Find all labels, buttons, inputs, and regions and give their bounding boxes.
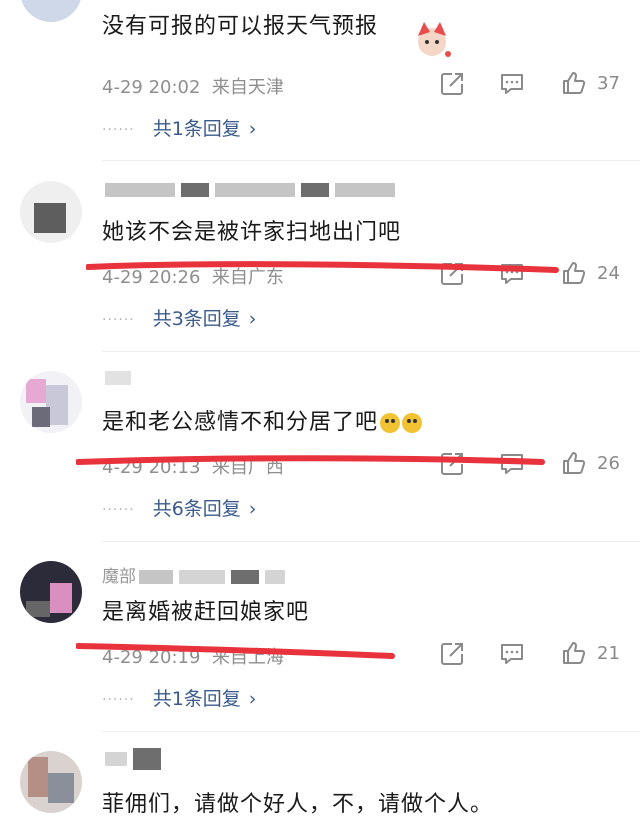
- chevron-right-icon: ›: [248, 688, 257, 710]
- username: 魔部: [102, 562, 288, 587]
- avatar[interactable]: [20, 0, 82, 22]
- divider: [102, 160, 640, 161]
- avatar[interactable]: [20, 561, 82, 623]
- dots-icon: ······: [102, 121, 135, 138]
- comment-icon[interactable]: [499, 71, 525, 97]
- like-count: 24: [597, 263, 620, 284]
- red-underline-annotation: [86, 261, 559, 273]
- comment-text: 她该不会是被许家扫地出门吧: [102, 220, 402, 245]
- comment-time: 4-29 20:02: [102, 77, 201, 98]
- username: [102, 180, 398, 200]
- replies-link[interactable]: ······ 共3条回复 ›: [102, 304, 256, 331]
- comment-text: 菲佣们，请做个好人，不，请做个人。: [102, 792, 494, 817]
- divider: [102, 731, 640, 732]
- chevron-right-icon: ›: [248, 118, 257, 140]
- thumbs-up-icon[interactable]: [561, 260, 587, 286]
- avatar[interactable]: [20, 181, 82, 243]
- comment-text: 没有可报的可以报天气预报: [102, 14, 379, 39]
- divider: [102, 351, 640, 352]
- like-count: 26: [597, 453, 620, 474]
- comment-text: 是离婚被赶回娘家吧: [102, 600, 310, 625]
- replies-link[interactable]: ······ 共1条回复 ›: [102, 684, 256, 711]
- dots-icon: ······: [102, 501, 135, 518]
- share-icon[interactable]: [439, 641, 465, 667]
- like-count: 37: [597, 73, 620, 94]
- doge-emoji-icon: [380, 413, 401, 433]
- thumbs-up-icon[interactable]: [561, 450, 587, 476]
- red-underline-annotation: [76, 643, 395, 659]
- username: [102, 748, 164, 770]
- replies-link[interactable]: ······ 共1条回复 ›: [102, 114, 256, 141]
- dots-icon: ······: [102, 311, 135, 328]
- thumbs-up-icon[interactable]: [561, 70, 587, 96]
- like-count: 21: [597, 643, 620, 664]
- comment-icon[interactable]: [499, 641, 525, 667]
- comment-location: 来自天津: [211, 77, 284, 98]
- share-icon[interactable]: [439, 71, 465, 97]
- comment-meta: 4-29 20:02 来自天津: [102, 73, 284, 99]
- cartoon-sticker-icon: [418, 22, 451, 57]
- dots-icon: ······: [102, 691, 135, 708]
- comment-text: 是和老公感情不和分居了吧: [102, 404, 423, 436]
- red-underline-annotation: [76, 455, 545, 465]
- chevron-right-icon: ›: [248, 498, 257, 520]
- thumbs-up-icon[interactable]: [561, 640, 587, 666]
- doge-emoji-icon: [402, 413, 423, 433]
- replies-link[interactable]: ······ 共6条回复 ›: [102, 494, 256, 521]
- chevron-right-icon: ›: [248, 308, 257, 330]
- username: [102, 368, 134, 388]
- avatar[interactable]: [20, 371, 82, 433]
- avatar[interactable]: [20, 751, 82, 813]
- divider: [102, 541, 640, 542]
